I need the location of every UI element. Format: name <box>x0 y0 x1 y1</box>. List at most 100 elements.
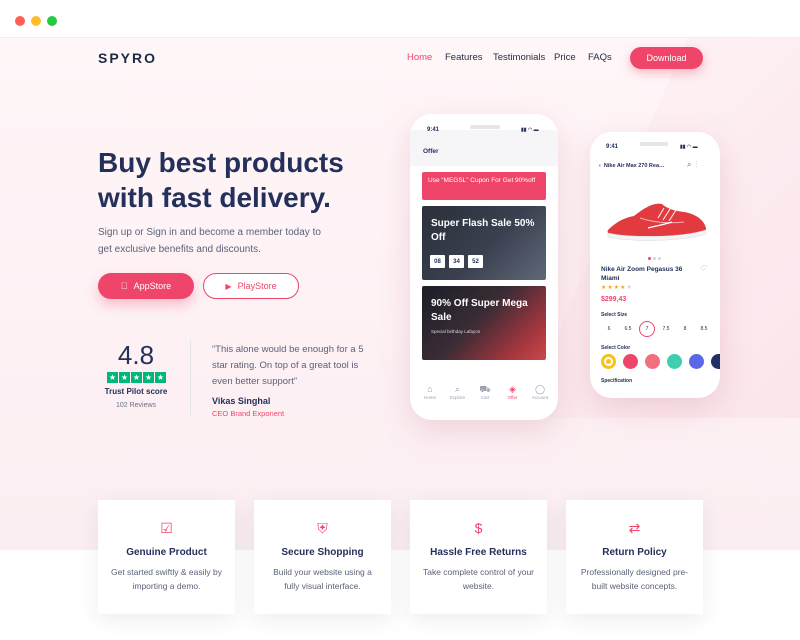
search-icon: ⌕ <box>454 384 461 394</box>
check-circle-icon: ☑ <box>160 520 173 536</box>
feature-description: Get started swiftly & easily by importin… <box>110 567 222 591</box>
timer-minutes: 34 <box>449 255 464 268</box>
hero-title: Buy best products with fast delivery. <box>98 147 344 213</box>
tab-offer[interactable]: ◈ Offer <box>501 383 525 400</box>
size-option[interactable]: 8 <box>677 321 693 337</box>
feature-title: Hassle Free Returns <box>430 547 527 558</box>
signal-icon: ▮▮ ◠ ▬ <box>680 144 698 150</box>
image-pager <box>648 257 661 260</box>
testimonial-role: CEO Brand Exponent <box>212 409 285 418</box>
color-swatch[interactable] <box>623 354 638 369</box>
product-header: ‹ Nike Air Max 270 Rea… <box>599 163 665 169</box>
tab-account[interactable]: ◯ Account <box>528 383 552 400</box>
color-swatch[interactable] <box>711 354 720 369</box>
feature-card-return-policy: ⇄ Return Policy Professionally designed … <box>566 500 703 614</box>
flash-sale-card[interactable]: Super Flash Sale 50% Off 08 34 52 <box>422 206 546 280</box>
countdown-timer: 08 34 52 <box>430 255 483 268</box>
size-option[interactable]: 8.5 <box>696 321 712 337</box>
star-icon: ★ <box>131 372 142 383</box>
product-header-title: Nike Air Max 270 Rea… <box>603 163 665 169</box>
pager-dot <box>658 257 661 260</box>
coupon-banner[interactable]: Use “MEGSL” Cupon For Get 90%off <box>422 172 546 200</box>
appstore-button[interactable]:  AppStore <box>98 273 194 299</box>
phone-notch <box>640 142 668 146</box>
color-swatch[interactable] <box>689 354 704 369</box>
minimize-window-dot[interactable] <box>31 16 41 26</box>
phone-notch <box>470 125 500 129</box>
tab-label: Home <box>423 395 436 400</box>
cart-icon: ⛟ <box>479 384 491 394</box>
signal-icon: ▮▮ ◠ ▬ <box>521 127 539 133</box>
rating-count: 102 Reviews <box>115 402 157 409</box>
feature-card-secure: ⛨ Secure Shopping Build your website usi… <box>254 500 391 614</box>
star-rating: ★ ★ ★ ★ ★ <box>107 372 166 383</box>
feature-card-genuine: ☑ Genuine Product Get started swiftly & … <box>98 500 235 614</box>
mega-sale-title: 90% Off Super Mega Sale <box>431 298 528 323</box>
timer-seconds: 52 <box>468 255 483 268</box>
size-option-selected[interactable]: 7 <box>639 321 655 337</box>
nav-testimonials[interactable]: Testimonials <box>493 52 545 63</box>
status-time: 9:41 <box>606 144 619 150</box>
feature-title: Return Policy <box>602 547 667 558</box>
color-swatch[interactable] <box>601 354 616 369</box>
product-name: Nike Air Zoom Pegasus 36 Miami <box>601 266 683 282</box>
mega-sale-card[interactable]: 90% Off Super Mega Sale Special birthday… <box>422 286 546 360</box>
tab-label: Explore <box>449 395 466 400</box>
feature-description: Take complete control of your website. <box>422 567 535 591</box>
hero-subtitle: Sign up or Sign in and become a member t… <box>98 227 321 255</box>
header-actions[interactable]: ⌕⋮ <box>687 160 701 170</box>
feature-description: Build your website using a fully visual … <box>273 567 372 591</box>
nav-home[interactable]: Home <box>407 52 432 63</box>
testimonial-name: Vikas Singhal <box>212 396 271 406</box>
tab-label: Cart <box>480 395 490 400</box>
heart-icon[interactable]: ♡ <box>700 264 707 273</box>
tab-home[interactable]: ⌂ Home <box>418 383 442 400</box>
testimonial-quote: “This alone would be enough for a 5 star… <box>212 344 364 387</box>
size-option[interactable]: 7.5 <box>658 321 674 337</box>
playstore-button[interactable]: ▶ PlayStore <box>203 273 299 299</box>
home-icon: ⌂ <box>427 384 433 394</box>
specification-label: Specification <box>601 378 633 384</box>
play-icon: ▶ <box>225 281 232 291</box>
star-icon: ★ <box>119 372 130 383</box>
select-color-label: Select Color <box>601 345 631 351</box>
browser-bar <box>0 0 800 38</box>
size-selector: 6 6.5 7 7.5 8 8.5 <box>596 321 720 337</box>
download-button[interactable]: Download <box>630 47 703 69</box>
more-icon[interactable]: ⋮ <box>695 160 701 169</box>
close-window-dot[interactable] <box>15 16 25 26</box>
pager-dot <box>648 257 651 260</box>
feature-title: Secure Shopping <box>281 547 364 558</box>
shoe-image <box>600 178 714 256</box>
appstore-label: AppStore <box>130 281 172 291</box>
nav-price[interactable]: Price <box>554 52 576 63</box>
tab-cart[interactable]: ⛟ Cart <box>473 383 497 400</box>
pager-dot <box>653 257 656 260</box>
tag-icon: ◈ <box>509 384 516 394</box>
feature-description: Professionally designed pre-built websit… <box>580 567 689 591</box>
size-option[interactable]: 6 <box>601 321 617 337</box>
size-option[interactable]: 6.5 <box>620 321 636 337</box>
apple-icon:  <box>121 281 128 291</box>
timer-hours: 08 <box>430 255 445 268</box>
tab-explore[interactable]: ⌕ Explore <box>446 383 470 400</box>
rating-label: Trust Pilot score <box>104 387 168 396</box>
star-icon: ★ <box>155 372 166 383</box>
nav-features[interactable]: Features <box>445 52 483 63</box>
brand-logo[interactable]: SPYRO <box>98 50 157 66</box>
select-size-label: Select Size <box>601 312 628 318</box>
maximize-window-dot[interactable] <box>47 16 57 26</box>
rating-score: 4.8 <box>117 340 155 370</box>
playstore-label: PlayStore <box>237 281 277 291</box>
product-stars: ★★★★★ <box>601 285 633 291</box>
product-price: $299,43 <box>601 296 627 303</box>
nav-faqs[interactable]: FAQs <box>588 52 612 63</box>
color-selector <box>601 354 720 369</box>
tab-label: Account <box>531 395 549 400</box>
tab-label: Offer <box>507 395 518 400</box>
color-swatch[interactable] <box>667 354 682 369</box>
color-swatch[interactable] <box>645 354 660 369</box>
divider <box>190 340 191 415</box>
dollar-icon: $ <box>474 520 483 536</box>
feature-card-returns: $ Hassle Free Returns Take complete cont… <box>410 500 547 614</box>
